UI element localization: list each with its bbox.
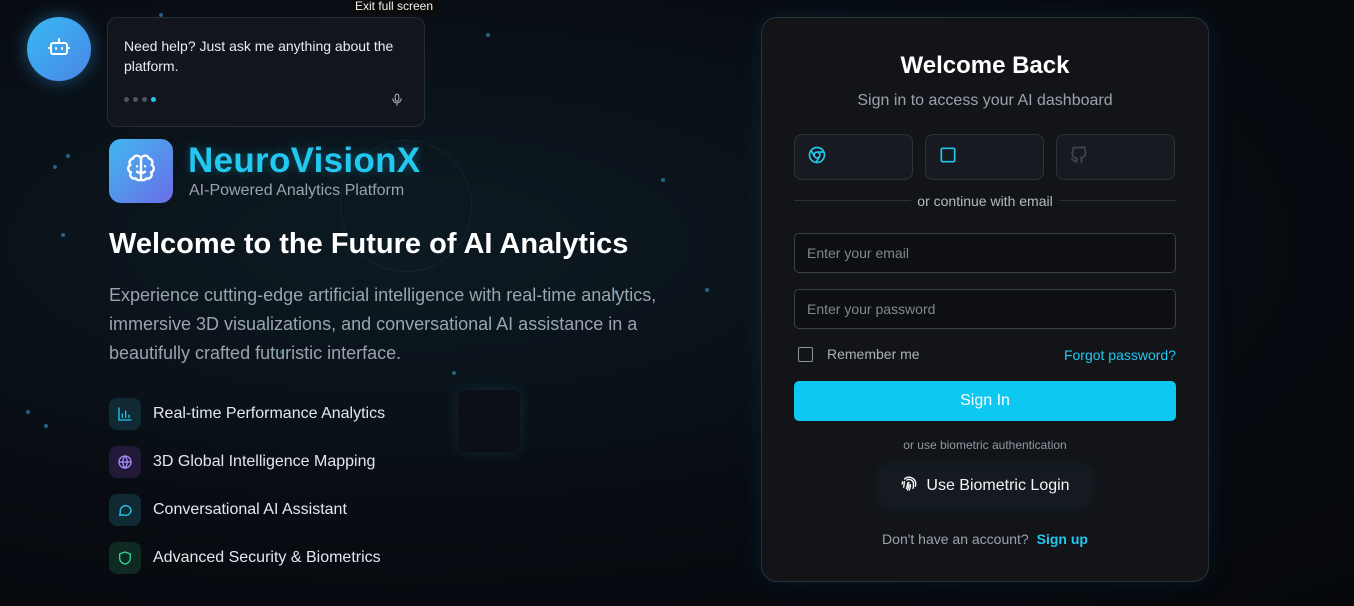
globe-icon: [109, 446, 141, 478]
forgot-password-link[interactable]: Forgot password?: [1064, 347, 1176, 363]
github-icon: [1069, 145, 1089, 170]
square-login-button[interactable]: [925, 134, 1044, 180]
square-icon: [938, 145, 958, 170]
ai-assistant-button[interactable]: [27, 17, 91, 81]
login-subtitle: Sign in to access your AI dashboard: [857, 92, 1113, 109]
chat-icon: [109, 494, 141, 526]
background-particle: [661, 178, 665, 182]
feature-item-security: Advanced Security & Biometrics: [109, 542, 381, 574]
brand-logo: [109, 139, 173, 203]
feature-label: Conversational AI Assistant: [153, 501, 347, 518]
feature-label: Real-time Performance Analytics: [153, 405, 386, 422]
divider-text: or continue with email: [762, 193, 1208, 209]
background-particle: [61, 233, 65, 237]
feature-item-analytics: Real-time Performance Analytics: [109, 398, 385, 430]
chrome-login-button[interactable]: [794, 134, 913, 180]
microphone-icon[interactable]: [390, 92, 404, 113]
email-field[interactable]: [794, 233, 1176, 273]
background-glow-square: [458, 390, 520, 452]
background-particle: [486, 33, 490, 37]
exit-fullscreen-tooltip[interactable]: Exit full screen: [350, 0, 439, 14]
brain-icon: [125, 153, 157, 190]
signup-row: Don't have an account? Sign up: [762, 531, 1208, 547]
feature-item-mapping: 3D Global Intelligence Mapping: [109, 446, 375, 478]
chrome-icon: [807, 145, 827, 170]
biometric-text: or use biometric authentication: [903, 438, 1067, 452]
background-particle: [44, 424, 48, 428]
background-particle: [66, 154, 70, 158]
sign-up-link[interactable]: Sign up: [1037, 531, 1088, 547]
bar-chart-icon: [109, 398, 141, 430]
hero-description: Experience cutting-edge artificial intel…: [109, 285, 657, 363]
biometric-login-button[interactable]: Use Biometric Login: [880, 467, 1090, 505]
login-card: Welcome Back Sign in to access your AI d…: [761, 17, 1209, 582]
feature-item-assistant: Conversational AI Assistant: [109, 494, 347, 526]
background-particle: [26, 410, 30, 414]
feature-label: 3D Global Intelligence Mapping: [153, 453, 376, 470]
biometric-login-label: Use Biometric Login: [926, 477, 1070, 494]
assistant-chat-bubble: Need help? Just ask me anything about th…: [107, 17, 425, 127]
shield-icon: [109, 542, 141, 574]
bot-icon: [47, 35, 71, 64]
assistant-message: Need help? Just ask me anything about th…: [124, 38, 394, 74]
github-login-button[interactable]: [1056, 134, 1175, 180]
remember-me-label[interactable]: Remember me: [827, 346, 920, 362]
no-account-text: Don't have an account?: [882, 531, 1029, 547]
fingerprint-icon: [900, 475, 918, 498]
typing-indicator: [124, 97, 156, 102]
brand-name: NeuroVisionX: [188, 141, 421, 180]
remember-me-row[interactable]: Remember me: [798, 346, 920, 362]
hero-title: Welcome to the Future of AI Analytics: [109, 228, 629, 260]
feature-label: Advanced Security & Biometrics: [153, 549, 381, 566]
remember-me-checkbox[interactable]: [798, 346, 813, 362]
sign-in-button[interactable]: Sign In: [794, 381, 1176, 421]
background-particle: [53, 165, 57, 169]
brand-tagline: AI-Powered Analytics Platform: [189, 182, 405, 199]
background-particle: [705, 288, 709, 292]
background-particle: [452, 371, 456, 375]
password-field[interactable]: [794, 289, 1176, 329]
login-title: Welcome Back: [900, 52, 1070, 79]
